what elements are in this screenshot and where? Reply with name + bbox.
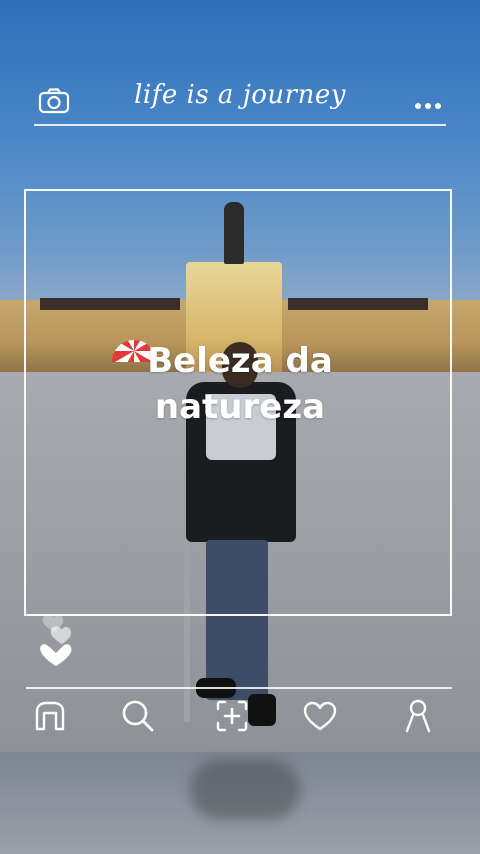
- nav-search-button[interactable]: [120, 698, 156, 734]
- caption-line-1: Beleza da: [147, 341, 333, 381]
- more-dots-icon[interactable]: [414, 96, 442, 109]
- nav-add-button[interactable]: [214, 698, 250, 734]
- camera-icon[interactable]: [38, 88, 70, 114]
- home-icon: [35, 701, 65, 731]
- floating-hearts: [40, 612, 80, 668]
- profile-icon: [405, 699, 431, 733]
- post-caption: Beleza da natureza: [0, 338, 480, 430]
- bottom-nav: [0, 694, 480, 744]
- top-bar: life is a journey: [0, 70, 480, 130]
- heart-icon: [303, 701, 337, 731]
- nav-home-button[interactable]: [32, 698, 68, 734]
- heart-icon: [40, 644, 72, 666]
- nav-profile-button[interactable]: [400, 698, 436, 734]
- caption-line-2: natureza: [154, 387, 326, 427]
- bottom-divider: [26, 687, 452, 689]
- blurred-shadow: [190, 760, 300, 820]
- page-title: life is a journey: [134, 80, 346, 110]
- add-post-icon: [216, 700, 248, 732]
- nav-like-button[interactable]: [302, 698, 338, 734]
- top-divider: [34, 124, 446, 126]
- search-icon: [122, 700, 154, 732]
